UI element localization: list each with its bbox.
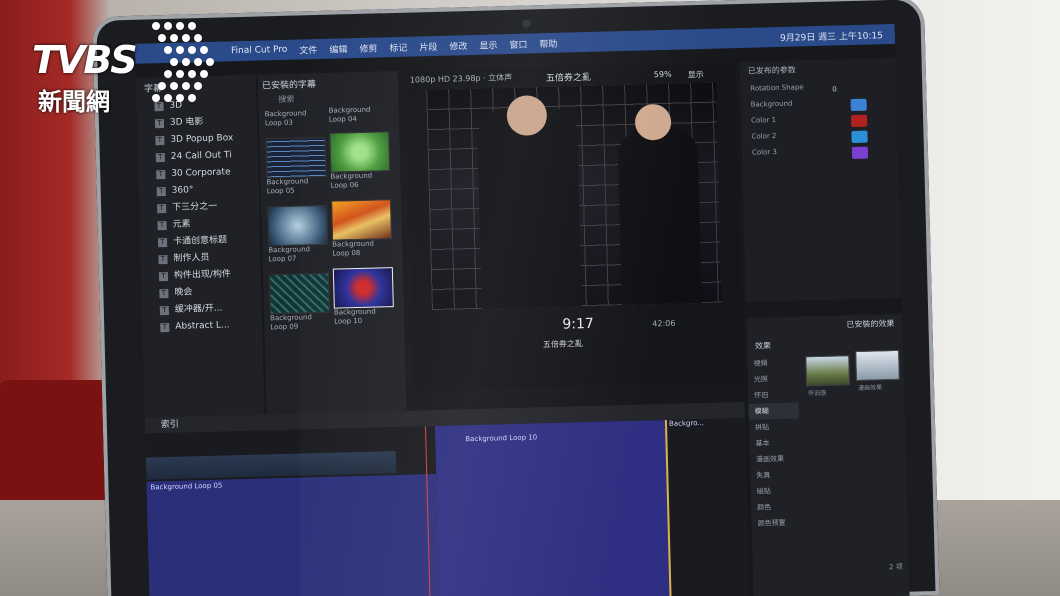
presenter-right (617, 128, 702, 306)
viewer-title: 五倍券之亂 (545, 72, 592, 85)
menu-clip[interactable]: 片段 (419, 39, 437, 52)
logo-subtitle: 新聞網 (38, 88, 110, 116)
photo-scene: Final Cut Pro 文件 编辑 修剪 标记 片段 修改 显示 窗口 帮助… (0, 0, 1060, 596)
thumb-label: Background Loop 07 (268, 245, 311, 264)
inspector-panel: 已发布的参数 Rotation Shape Background Color 1… (739, 57, 902, 302)
presenter-left (476, 106, 582, 309)
timeline-panel: Background Loop 05 Background Loop 10 Ba… (145, 417, 750, 596)
thumb-label: Background Loop 08 (332, 239, 375, 258)
thumb-image (329, 131, 391, 173)
effect-thumb-label: 怀旧感 (808, 389, 827, 398)
laptop-screen: Final Cut Pro 文件 编辑 修剪 标记 片段 修改 显示 窗口 帮助… (134, 23, 910, 596)
thumb-bg-loop-09[interactable]: Background Loop 09 (268, 272, 330, 333)
thumb-bg-loop-03[interactable]: Background Loop 03 (265, 109, 325, 129)
project-name: 五倍券之亂 (542, 339, 583, 350)
browser-title[interactable]: 已安裝的字幕 (258, 71, 399, 96)
menu-edit[interactable]: 编辑 (329, 42, 347, 55)
thumb-bg-loop-04[interactable]: Background Loop 04 (329, 105, 389, 125)
sidebar-item[interactable]: Abstract L... (142, 317, 262, 337)
titles-browser: 已安裝的字幕 搜索 Background Loop 03 Background … (257, 70, 407, 415)
thumb-bg-loop-06[interactable]: Background Loop 06 (329, 131, 391, 191)
inspector-row[interactable]: Color 3 (742, 141, 898, 161)
thumb-label: Background Loop 04 (328, 105, 371, 124)
titles-sidebar: 字幕 3D 3D 电影 3D Popup Box 24 Call Out Ti … (135, 74, 265, 418)
menu-window[interactable]: 窗口 (509, 37, 527, 50)
tvbs-logo: TVBS 新聞網 (28, 18, 218, 116)
color-swatch[interactable] (851, 146, 869, 160)
viewer-format: 1080p HD 23.98p · 立体声 (409, 72, 513, 85)
viewer-zoom[interactable]: 59% (654, 70, 672, 79)
clip-label-next: Backgro... (668, 419, 705, 428)
menu-modify[interactable]: 修改 (449, 39, 467, 52)
thumb-label: Background Loop 05 (266, 177, 309, 196)
clip-background-loop-05[interactable]: Background Loop 05 (146, 474, 440, 596)
thumb-bg-loop-08[interactable]: Background Loop 08 (331, 199, 393, 259)
clip-label: Background Loop 05 (150, 481, 223, 492)
effects-category[interactable]: 基本 (749, 435, 799, 452)
effects-category[interactable]: 光照 (748, 371, 798, 388)
menu-file[interactable]: 文件 (299, 43, 317, 56)
effects-category[interactable]: 視頻 (747, 355, 797, 372)
effects-category-selected[interactable]: 模糊 (748, 402, 799, 420)
thumb-label: Background Loop 10 (333, 307, 376, 326)
inspector-value[interactable]: 0 (832, 85, 837, 93)
logo-dot-pattern (152, 22, 214, 102)
menu-bar: Final Cut Pro 文件 编辑 修剪 标记 片段 修改 显示 窗口 帮助… (134, 23, 896, 64)
thumb-bg-loop-05[interactable]: Background Loop 05 (265, 136, 327, 197)
menu-view[interactable]: 显示 (479, 38, 497, 51)
menu-mark[interactable]: 标记 (389, 40, 407, 53)
effect-thumb[interactable] (855, 349, 900, 382)
viewer-timecode: 9:17 (562, 315, 595, 333)
viewer-frame (426, 82, 722, 311)
effects-category[interactable]: 拼贴 (749, 419, 799, 436)
thumb-image (332, 267, 394, 309)
effects-category[interactable]: 漫画效果 (750, 451, 800, 468)
thumb-image (268, 272, 330, 315)
menu-app-name[interactable]: Final Cut Pro (231, 45, 288, 56)
viewer-panel: 1080p HD 23.98p · 立体声 五倍券之亂 59% 显示 9:17 … (405, 62, 744, 391)
effect-thumb-label: 漫画效果 (858, 384, 883, 392)
viewer-display-menu[interactable]: 显示 (688, 69, 704, 80)
menu-trim[interactable]: 修剪 (359, 41, 377, 54)
effects-category[interactable]: 失真 (750, 467, 800, 484)
color-swatch[interactable] (850, 114, 868, 128)
clip-label: Background Loop 10 (465, 433, 538, 444)
thumb-label: Background Loop 06 (330, 171, 373, 190)
thumb-image (267, 204, 329, 247)
effects-count: 2 项 (889, 562, 903, 572)
color-swatch[interactable] (850, 98, 867, 112)
thumb-label: Background Loop 09 (269, 313, 312, 332)
thumb-image (265, 136, 327, 179)
clip-background-loop-10[interactable]: Background Loop 10 (434, 419, 672, 596)
webcam (522, 19, 531, 28)
search-field[interactable]: 搜索 (278, 94, 294, 105)
effects-category[interactable]: 颜色 (751, 498, 801, 515)
effects-browser: 已安裝的效果 效果 視頻 光照 怀旧 模糊 拼贴 基本 漫画效果 失真 磁贴 颜… (746, 313, 910, 596)
effects-category[interactable]: 颜色预置 (751, 514, 801, 531)
thumb-label: Background Loop 03 (264, 109, 307, 128)
effects-category[interactable]: 怀旧 (748, 387, 798, 404)
effects-category[interactable]: 磁贴 (751, 483, 801, 500)
menu-help[interactable]: 帮助 (539, 36, 557, 49)
effect-thumb[interactable] (805, 355, 851, 387)
thumb-bg-loop-10[interactable]: Background Loop 10 (332, 267, 394, 327)
viewer-duration: 42:06 (652, 318, 676, 329)
menu-clock[interactable]: 9月29日 週三 上午10:15 (780, 28, 883, 44)
thumb-image (331, 199, 393, 241)
color-swatch[interactable] (851, 130, 868, 144)
logo-letters: TVBS (32, 38, 138, 82)
thumb-bg-loop-07[interactable]: Background Loop 07 (267, 204, 329, 265)
